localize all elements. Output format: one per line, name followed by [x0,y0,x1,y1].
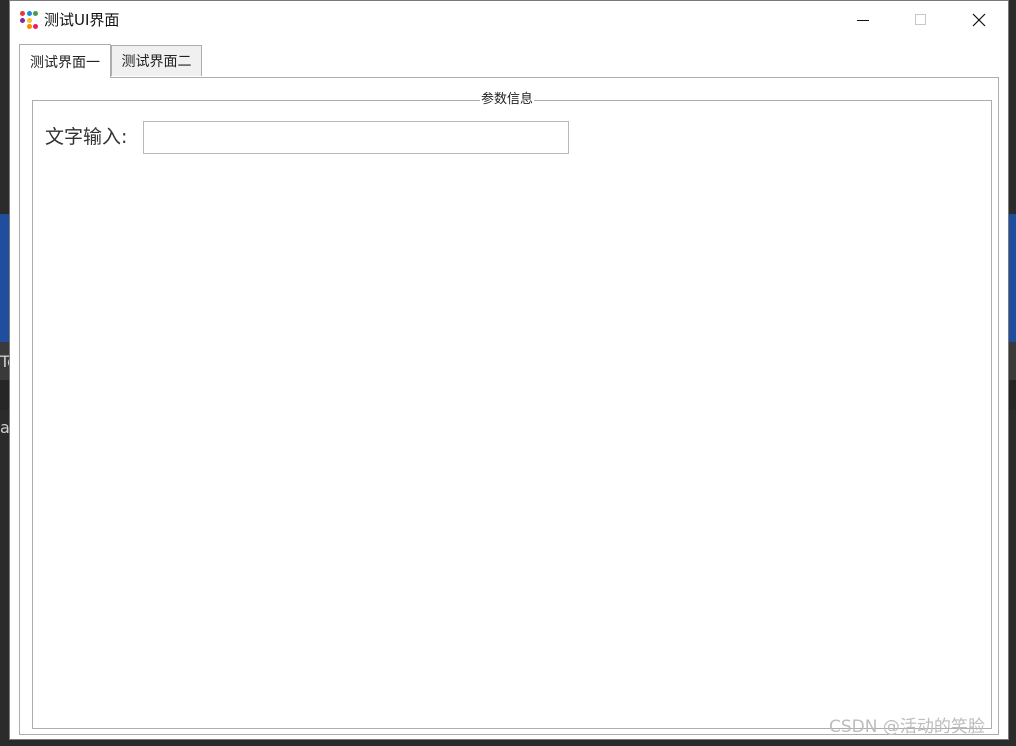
watermark-text: CSDN @活动的笑脸 [829,717,985,737]
tab-label: 测试界面一 [30,54,100,71]
minimize-icon [857,20,869,21]
app-window: 测试UI界面 测试界面一 测试界面二 参数信息 文字输入: [9,0,1009,740]
window-title: 测试UI界面 [44,11,120,29]
close-icon [972,13,986,27]
tab-label: 测试界面二 [121,54,192,70]
tab-page-two[interactable]: 测试界面二 [111,45,202,76]
tab-content-panel: 参数信息 文字输入: [19,77,999,735]
app-dots-icon [19,10,39,30]
maximize-button[interactable] [898,1,944,39]
text-input-field[interactable] [143,121,569,154]
maximize-icon [915,14,926,25]
text-input-label: 文字输入: [45,126,128,148]
groupbox-title: 参数信息 [480,91,535,109]
title-bar[interactable]: 测试UI界面 [10,1,1008,39]
tab-page-one[interactable]: 测试界面一 [19,44,111,78]
close-button[interactable] [956,1,1002,39]
parameter-groupbox: 参数信息 文字输入: [32,91,992,729]
minimize-button[interactable] [840,1,886,39]
